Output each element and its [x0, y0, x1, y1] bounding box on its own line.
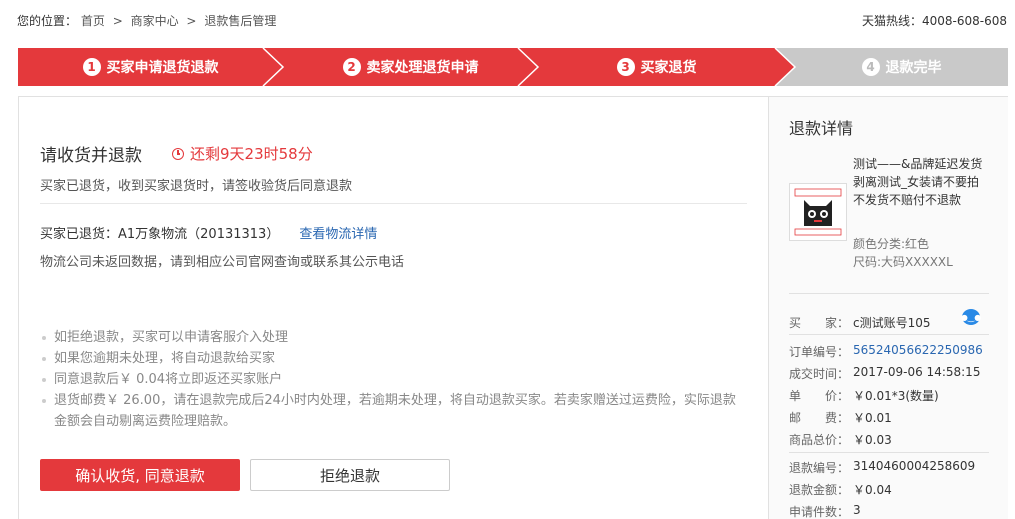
breadcrumb-merchant-center-link[interactable]: 商家中心 — [131, 14, 179, 28]
total-price-row: 商品总价： ￥0.03 — [789, 431, 892, 448]
clock-icon — [172, 147, 184, 160]
logistics-note: 物流公司未返回数据，请到相应公司官网查询或联系其公示电话 — [40, 255, 405, 270]
product-size: 尺码:大码XXXXXL — [853, 255, 953, 269]
list-item: 退货邮费￥ 26.00，请在退款完成后24小时内处理，若逾期未处理，将自动退款买… — [40, 390, 745, 432]
list-item: 如果您逾期未处理，将自动退款给买家 — [40, 348, 745, 369]
confirm-receipt-agree-refund-button[interactable]: 确认收货, 同意退款 — [40, 459, 240, 491]
postage-label: 邮 费： — [789, 411, 850, 425]
step-2-number: 2 — [342, 58, 361, 76]
postage-row: 邮 费： ￥0.01 — [789, 409, 892, 426]
hotline-text: 天猫热线：4008-608-608 — [861, 13, 1007, 28]
order-number-label: 订单编号： — [789, 345, 850, 359]
divider — [789, 452, 989, 453]
countdown-text: 还剩9天23时58分 — [190, 145, 313, 163]
step-3-number: 3 — [616, 58, 635, 76]
logistics-info: 买家已退货：A1万象物流（20131313） 查看物流详情 — [40, 223, 377, 242]
refund-details-panel: 退款详情 测试——&品牌延迟发货剥离测试_女装请不要拍不发货不赔付不退款 颜色分… — [768, 97, 1008, 519]
total-price-label: 商品总价： — [789, 433, 850, 447]
details-title: 退款详情 — [789, 119, 854, 138]
deal-time-value: 2017-09-06 14:58:15 — [853, 365, 981, 379]
deal-time-label: 成交时间： — [789, 367, 850, 381]
tmall-cat-icon — [790, 184, 846, 240]
refund-action-area: 请收货并退款 还剩9天23时58分 买家已退货，收到买家退货时，请签收验货后同意… — [19, 97, 768, 519]
divider — [789, 334, 989, 335]
unit-price-value: ￥0.01*3(数量) — [853, 389, 939, 403]
order-number-row: 订单编号： 56524056622250986 — [789, 343, 983, 360]
product-color: 颜色分类:红色 — [853, 237, 930, 251]
progress-steps: 1 买家申请退货退款 2 卖家处理退货申请 3 买家退货 4 退款完毕 — [18, 48, 1008, 86]
page-title: 请收货并退款 — [40, 146, 142, 166]
list-item: 同意退款后￥ 0.04将立即返还买家账户 — [40, 369, 745, 390]
breadcrumb-refund-management-link[interactable]: 退款售后管理 — [204, 14, 276, 28]
top-bar: 您的位置： 首页 > 商家中心 > 退款售后管理 天猫热线：4008-608-6… — [17, 10, 1007, 30]
list-item: 如拒绝退款，买家可以申请客服介入处理 — [40, 327, 745, 348]
postage-value: ￥0.01 — [853, 411, 892, 425]
total-price-value: ￥0.03 — [853, 433, 892, 447]
product-thumbnail[interactable] — [789, 183, 847, 241]
breadcrumb-separator: > — [112, 13, 123, 28]
divider — [789, 293, 989, 294]
buyer-row: 买 家： c测试账号105 — [789, 314, 931, 331]
breadcrumb: 您的位置： 首页 > 商家中心 > 退款售后管理 — [17, 12, 276, 29]
reject-refund-button[interactable]: 拒绝退款 — [250, 459, 450, 491]
countdown: 还剩9天23时58分 — [172, 143, 313, 164]
product-name-link[interactable]: 测试——&品牌延迟发货剥离测试_女装请不要拍不发货不赔付不退款 — [853, 155, 989, 209]
view-logistics-link[interactable]: 查看物流详情 — [299, 223, 377, 242]
unit-price-row: 单 价： ￥0.01*3(数量) — [789, 387, 939, 404]
step-4-number: 4 — [861, 58, 880, 76]
unit-price-label: 单 价： — [789, 389, 850, 403]
refund-number-row: 退款编号： 3140460004258609 — [789, 459, 975, 476]
step-1: 1 买家申请退货退款 — [18, 48, 283, 86]
apply-count-row: 申请件数： 3 — [789, 503, 861, 519]
chat-icon[interactable]: ●‿● — [961, 309, 981, 325]
refund-number-label: 退款编号： — [789, 461, 850, 475]
breadcrumb-separator: > — [186, 13, 197, 28]
logistics-text: 买家已退货：A1万象物流（20131313） — [40, 227, 280, 242]
status-header: 请收货并退款 还剩9天23时58分 — [40, 141, 313, 166]
refund-amount-row: 退款金额： ￥0.04 — [789, 481, 892, 498]
refund-amount-label: 退款金额： — [789, 483, 850, 497]
status-subtitle: 买家已退货，收到买家退货时，请签收验货后同意退款 — [40, 179, 353, 194]
step-4-label: 退款完毕 — [885, 60, 942, 76]
apply-count-label: 申请件数： — [789, 505, 850, 519]
step-3: 3 买家退货 — [538, 48, 775, 86]
step-4: 4 退款完毕 — [795, 48, 1008, 86]
step-1-label: 买家申请退货退款 — [106, 60, 219, 76]
step-1-number: 1 — [82, 58, 101, 76]
refund-amount-value: ￥0.04 — [853, 483, 892, 497]
step-2-label: 卖家处理退货申请 — [366, 60, 479, 76]
deal-time-row: 成交时间： 2017-09-06 14:58:15 — [789, 365, 980, 382]
step-2: 2 卖家处理退货申请 — [283, 48, 538, 86]
apply-count-value: 3 — [853, 503, 861, 517]
buyer-label: 买 家： — [789, 316, 850, 330]
divider — [40, 203, 747, 204]
buyer-value: c测试账号105 — [853, 316, 931, 330]
notes-list: 如拒绝退款，买家可以申请客服介入处理 如果您逾期未处理，将自动退款给买家 同意退… — [40, 327, 745, 432]
refund-panel: 请收货并退款 还剩9天23时58分 买家已退货，收到买家退货时，请签收验货后同意… — [18, 96, 1008, 519]
step-3-label: 买家退货 — [640, 60, 697, 76]
refund-number-value: 3140460004258609 — [853, 459, 976, 473]
breadcrumb-prefix: 您的位置： — [17, 13, 78, 28]
breadcrumb-home-link[interactable]: 首页 — [81, 14, 105, 28]
order-number-link[interactable]: 56524056622250986 — [853, 343, 983, 360]
